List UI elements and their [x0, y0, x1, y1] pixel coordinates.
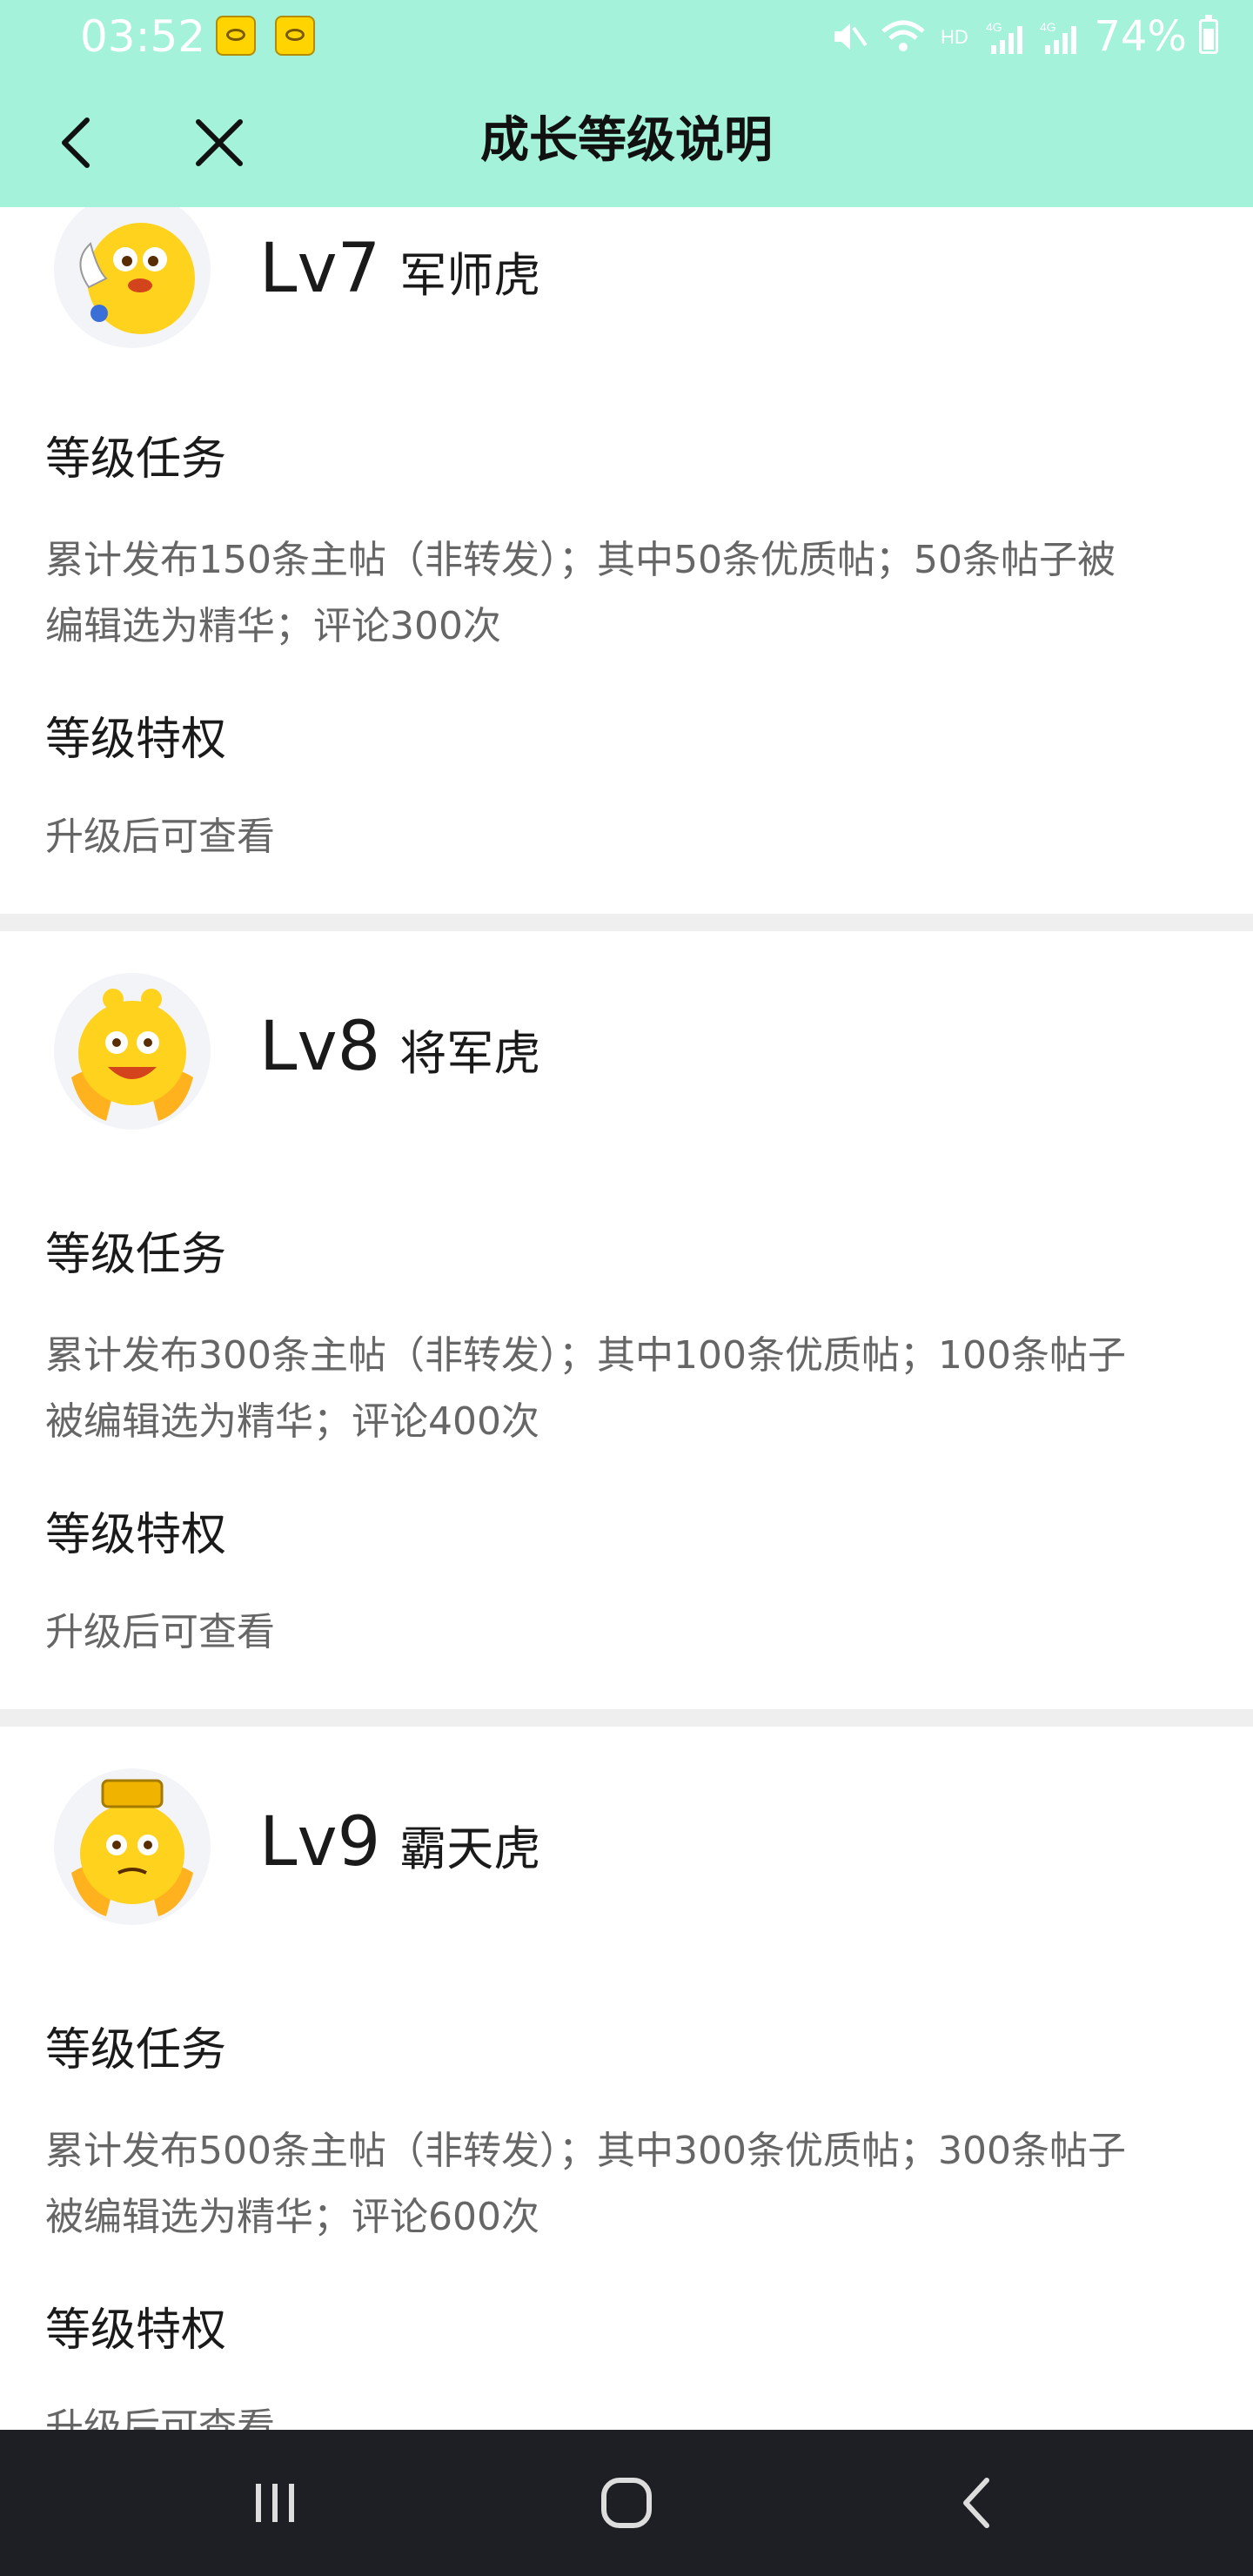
level-code: Lv7: [259, 230, 381, 308]
battery-percent: 74%: [1094, 12, 1187, 61]
mute-icon: [834, 23, 868, 50]
task-description-line: 累计发布500条主帖（非转发）；其中300条优质帖；300条帖子: [45, 2129, 1126, 2173]
wifi-icon: [881, 20, 925, 51]
task-description-line: 累计发布300条主帖（非转发）；其中100条优质帖；100条帖子: [45, 1333, 1126, 1378]
level-card-lv9: Lv9 霸天虎 等级任务 累计发布500条主帖（非转发）；其中300条优质帖；3…: [0, 1727, 1253, 2430]
back-nav-icon[interactable]: [943, 2468, 1013, 2538]
task-section-title: 等级任务: [45, 1229, 227, 1281]
app-header: 成长等级说明: [0, 73, 1253, 207]
privilege-section-title: 等级特权: [45, 714, 227, 766]
notification-emoji-icon: [216, 16, 256, 56]
task-section-title: 等级任务: [45, 2024, 227, 2076]
task-description-line: 编辑选为精华；评论300次: [45, 604, 501, 648]
card-divider: [0, 914, 1253, 931]
signal-4g-icon: 4G: [986, 20, 1023, 54]
battery-icon: [1199, 15, 1218, 54]
level-code: Lv8: [259, 1008, 381, 1086]
general-tiger-image: [71, 989, 193, 1121]
level-code: Lv9: [259, 1803, 381, 1882]
system-nav-bar: [0, 2430, 1253, 2576]
notification-emoji-icon: [275, 16, 315, 56]
svg-text:4G: 4G: [1040, 20, 1056, 34]
level-title: 将军虎: [399, 1026, 541, 1081]
hd-icon: HD: [941, 26, 968, 48]
page-title: 成长等级说明: [480, 112, 773, 169]
card-divider: [0, 1709, 1253, 1727]
task-description-line: 被编辑选为精华；评论600次: [45, 2195, 539, 2239]
level-card-lv8: Lv8 将军虎 等级任务 累计发布300条主帖（非转发）；其中100条优质帖；1…: [0, 931, 1253, 1709]
privilege-description: 升级后可查看: [45, 2405, 275, 2430]
task-description-line: 累计发布150条主帖（非转发）；其中50条优质帖；50条帖子被: [45, 538, 1116, 582]
privilege-section-title: 等级特权: [45, 1509, 227, 1561]
task-description-line: 被编辑选为精华；评论400次: [45, 1399, 539, 1444]
level-title: 霸天虎: [399, 1821, 541, 1876]
signal-4g-icon: 4G: [1040, 20, 1077, 54]
strategist-tiger-image: [79, 223, 195, 334]
status-indicators: HD 4G 4G 74%: [829, 9, 1218, 64]
level-list[interactable]: Lv7 军师虎 等级任务 累计发布150条主帖（非转发）；其中50条优质帖；50…: [0, 207, 1253, 2430]
tiger-avatar: [54, 207, 211, 348]
level-heading: Lv9 霸天虎: [259, 1803, 540, 1890]
tiger-avatar: [54, 1768, 211, 1925]
status-bar: 03:52 HD 4G 4G 74%: [0, 0, 1253, 73]
home-icon[interactable]: [592, 2468, 661, 2538]
svg-text:4G: 4G: [986, 20, 1002, 34]
level-heading: Lv8 将军虎: [259, 1008, 540, 1095]
overlord-tiger-image: [71, 1779, 193, 1916]
task-section-title: 等级任务: [45, 433, 227, 486]
privilege-description: 升级后可查看: [45, 815, 275, 859]
privilege-description: 升级后可查看: [45, 1610, 275, 1654]
level-heading: Lv7 军师虎: [259, 230, 540, 317]
tiger-avatar: [54, 973, 211, 1130]
svg-text:HD: HD: [941, 26, 968, 48]
privilege-section-title: 等级特权: [45, 2304, 227, 2357]
level-card-lv7: Lv7 军师虎 等级任务 累计发布150条主帖（非转发）；其中50条优质帖；50…: [0, 207, 1253, 914]
level-title: 军师虎: [399, 248, 541, 303]
status-time: 03:52: [80, 11, 206, 62]
recent-apps-icon[interactable]: [240, 2468, 310, 2538]
